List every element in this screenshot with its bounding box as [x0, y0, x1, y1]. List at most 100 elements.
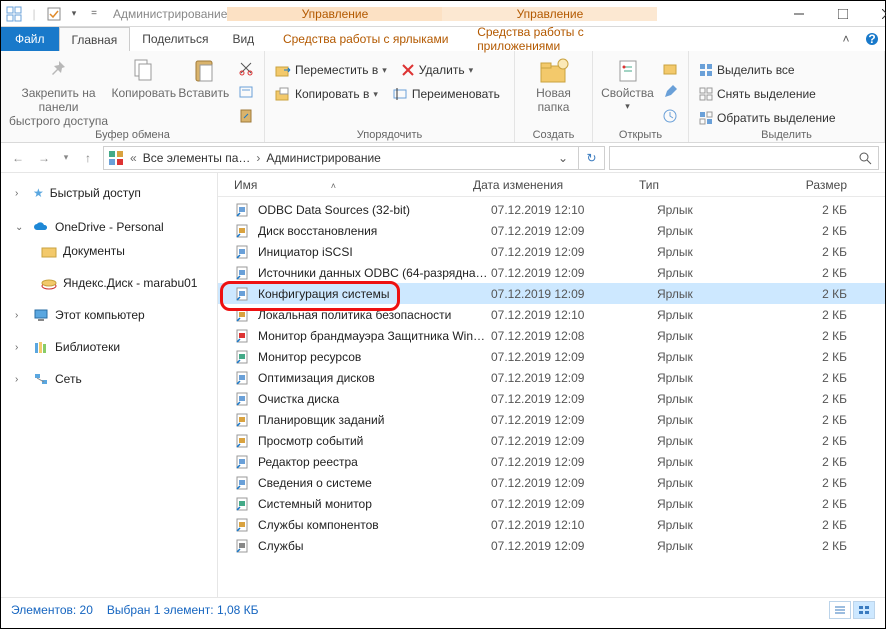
file-row[interactable]: Оптимизация дисков07.12.2019 12:09Ярлык2…: [218, 367, 885, 388]
share-tab[interactable]: Поделиться: [130, 27, 220, 51]
col-size[interactable]: Размер: [765, 178, 885, 192]
file-row[interactable]: Локальная политика безопасности07.12.201…: [218, 304, 885, 325]
file-type: Ярлык: [657, 287, 783, 301]
col-type[interactable]: Тип: [639, 178, 765, 192]
file-row[interactable]: Монитор ресурсов07.12.2019 12:09Ярлык2 К…: [218, 346, 885, 367]
search-box[interactable]: [609, 146, 879, 170]
recent-dd[interactable]: ▾: [59, 147, 73, 169]
view-icons-button[interactable]: [853, 601, 875, 619]
file-size: 2 КБ: [783, 413, 885, 427]
copy-button[interactable]: Копировать: [110, 53, 177, 101]
moveto-button[interactable]: Переместить в ▾: [271, 59, 391, 81]
address-dropdown-icon[interactable]: ⌄: [552, 151, 574, 165]
file-size: 2 КБ: [783, 371, 885, 385]
status-selection: Выбран 1 элемент: 1,08 КБ: [107, 603, 259, 617]
file-row[interactable]: ODBC Data Sources (32-bit)07.12.2019 12:…: [218, 199, 885, 220]
file-row[interactable]: Сведения о системе07.12.2019 12:09Ярлык2…: [218, 472, 885, 493]
nav-onedrive[interactable]: ⌄OneDrive - Personal: [5, 215, 213, 239]
rename-button[interactable]: Переименовать: [388, 83, 504, 105]
view-tab[interactable]: Вид: [220, 27, 266, 51]
delete-button[interactable]: Удалить ▾: [397, 59, 477, 81]
file-type: Ярлык: [657, 350, 783, 364]
nav-quickaccess[interactable]: ›★Быстрый доступ: [5, 181, 213, 205]
edit-button[interactable]: [658, 81, 682, 103]
collapse-ribbon-icon[interactable]: ˄: [833, 27, 859, 51]
paste-button[interactable]: Вставить: [178, 53, 230, 101]
file-row[interactable]: Редактор реестра07.12.2019 12:09Ярлык2 К…: [218, 451, 885, 472]
qat-dropdown-icon[interactable]: ▾: [65, 5, 83, 23]
qat-overflow-icon[interactable]: =: [85, 5, 103, 23]
file-type: Ярлык: [657, 539, 783, 553]
shortcut-tools-tab[interactable]: Средства работы с ярлыками: [266, 27, 465, 51]
invertsel-button[interactable]: Обратить выделение: [695, 107, 840, 129]
file-name: Очистка диска: [258, 392, 491, 406]
file-icon: [234, 412, 252, 428]
col-name[interactable]: Имя ˄: [218, 178, 473, 192]
file-row[interactable]: Очистка диска07.12.2019 12:09Ярлык2 КБ: [218, 388, 885, 409]
file-row[interactable]: Службы07.12.2019 12:09Ярлык2 КБ: [218, 535, 885, 556]
context-tab-2: Управление: [442, 7, 657, 21]
selectall-button[interactable]: Выделить все: [695, 59, 840, 81]
file-row[interactable]: Инициатор iSCSI07.12.2019 12:09Ярлык2 КБ: [218, 241, 885, 262]
view-details-button[interactable]: [829, 601, 851, 619]
nav-libraries[interactable]: ›Библиотеки: [5, 335, 213, 359]
nav-documents[interactable]: Документы: [5, 239, 213, 263]
file-icon: [234, 517, 252, 533]
file-date: 07.12.2019 12:09: [491, 350, 657, 364]
nav-yadisk[interactable]: Яндекс.Диск - marabu01: [5, 271, 213, 295]
file-size: 2 КБ: [783, 329, 885, 343]
up-button[interactable]: ↑: [77, 147, 99, 169]
file-row[interactable]: Системный монитор07.12.2019 12:09Ярлык2 …: [218, 493, 885, 514]
pc-icon: [33, 308, 49, 322]
file-size: 2 КБ: [783, 245, 885, 259]
refresh-button[interactable]: ↻: [579, 146, 605, 170]
paste-icon: [188, 55, 220, 87]
forward-button[interactable]: →: [33, 147, 55, 169]
file-row[interactable]: Службы компонентов07.12.2019 12:10Ярлык2…: [218, 514, 885, 535]
properties-button[interactable]: Свойства▾: [599, 53, 656, 111]
breadcrumb-root[interactable]: Все элементы па…: [143, 151, 251, 165]
address-bar[interactable]: « Все элементы па… › Администрирование ⌄: [103, 146, 579, 170]
minimize-button[interactable]: [777, 1, 821, 27]
close-button[interactable]: [865, 1, 886, 27]
col-date[interactable]: Дата изменения: [473, 178, 639, 192]
breadcrumb-current[interactable]: Администрирование: [266, 151, 380, 165]
back-button[interactable]: ←: [7, 147, 29, 169]
file-size: 2 КБ: [783, 455, 885, 469]
open-button[interactable]: [658, 57, 682, 79]
ribbon-tabs: Файл Главная Поделиться Вид Средства раб…: [1, 27, 885, 51]
file-icon: [234, 475, 252, 491]
maximize-button[interactable]: [821, 1, 865, 27]
file-name: Инициатор iSCSI: [258, 245, 491, 259]
file-name: Оптимизация дисков: [258, 371, 491, 385]
file-row[interactable]: Диск восстановления07.12.2019 12:09Ярлык…: [218, 220, 885, 241]
file-row[interactable]: Источники данных ODBC (64-разрядна…07.12…: [218, 262, 885, 283]
file-icon: [234, 202, 252, 218]
file-row[interactable]: Просмотр событий07.12.2019 12:09Ярлык2 К…: [218, 430, 885, 451]
file-row[interactable]: Конфигурация системы07.12.2019 12:09Ярлы…: [218, 283, 885, 304]
copypath-button[interactable]: [234, 81, 258, 103]
selectnone-button[interactable]: Снять выделение: [695, 83, 840, 105]
home-tab[interactable]: Главная: [59, 27, 131, 51]
open-group-label: Открыть: [599, 129, 682, 142]
nav-thispc[interactable]: ›Этот компьютер: [5, 303, 213, 327]
file-name: Редактор реестра: [258, 455, 491, 469]
file-type: Ярлык: [657, 224, 783, 238]
qat-checkbox-icon[interactable]: [45, 5, 63, 23]
cut-button[interactable]: [234, 57, 258, 79]
file-row[interactable]: Монитор брандмауэра Защитника Win…07.12.…: [218, 325, 885, 346]
file-type: Ярлык: [657, 518, 783, 532]
copyto-button[interactable]: Копировать в ▾: [271, 83, 382, 105]
app-tools-tab[interactable]: Средства работы с приложениями: [465, 27, 680, 51]
nav-network[interactable]: ›Сеть: [5, 367, 213, 391]
file-tab[interactable]: Файл: [1, 27, 59, 51]
newfolder-button[interactable]: Новая папка: [521, 53, 586, 115]
file-name: Службы компонентов: [258, 518, 491, 532]
file-type: Ярлык: [657, 392, 783, 406]
paste-shortcut-button[interactable]: [234, 105, 258, 127]
file-date: 07.12.2019 12:09: [491, 413, 657, 427]
help-icon[interactable]: ?: [859, 27, 885, 51]
pin-quickaccess-button[interactable]: Закрепить на панели быстрого доступа: [7, 53, 110, 128]
file-row[interactable]: Планировщик заданий07.12.2019 12:09Ярлык…: [218, 409, 885, 430]
history-button[interactable]: [658, 105, 682, 127]
